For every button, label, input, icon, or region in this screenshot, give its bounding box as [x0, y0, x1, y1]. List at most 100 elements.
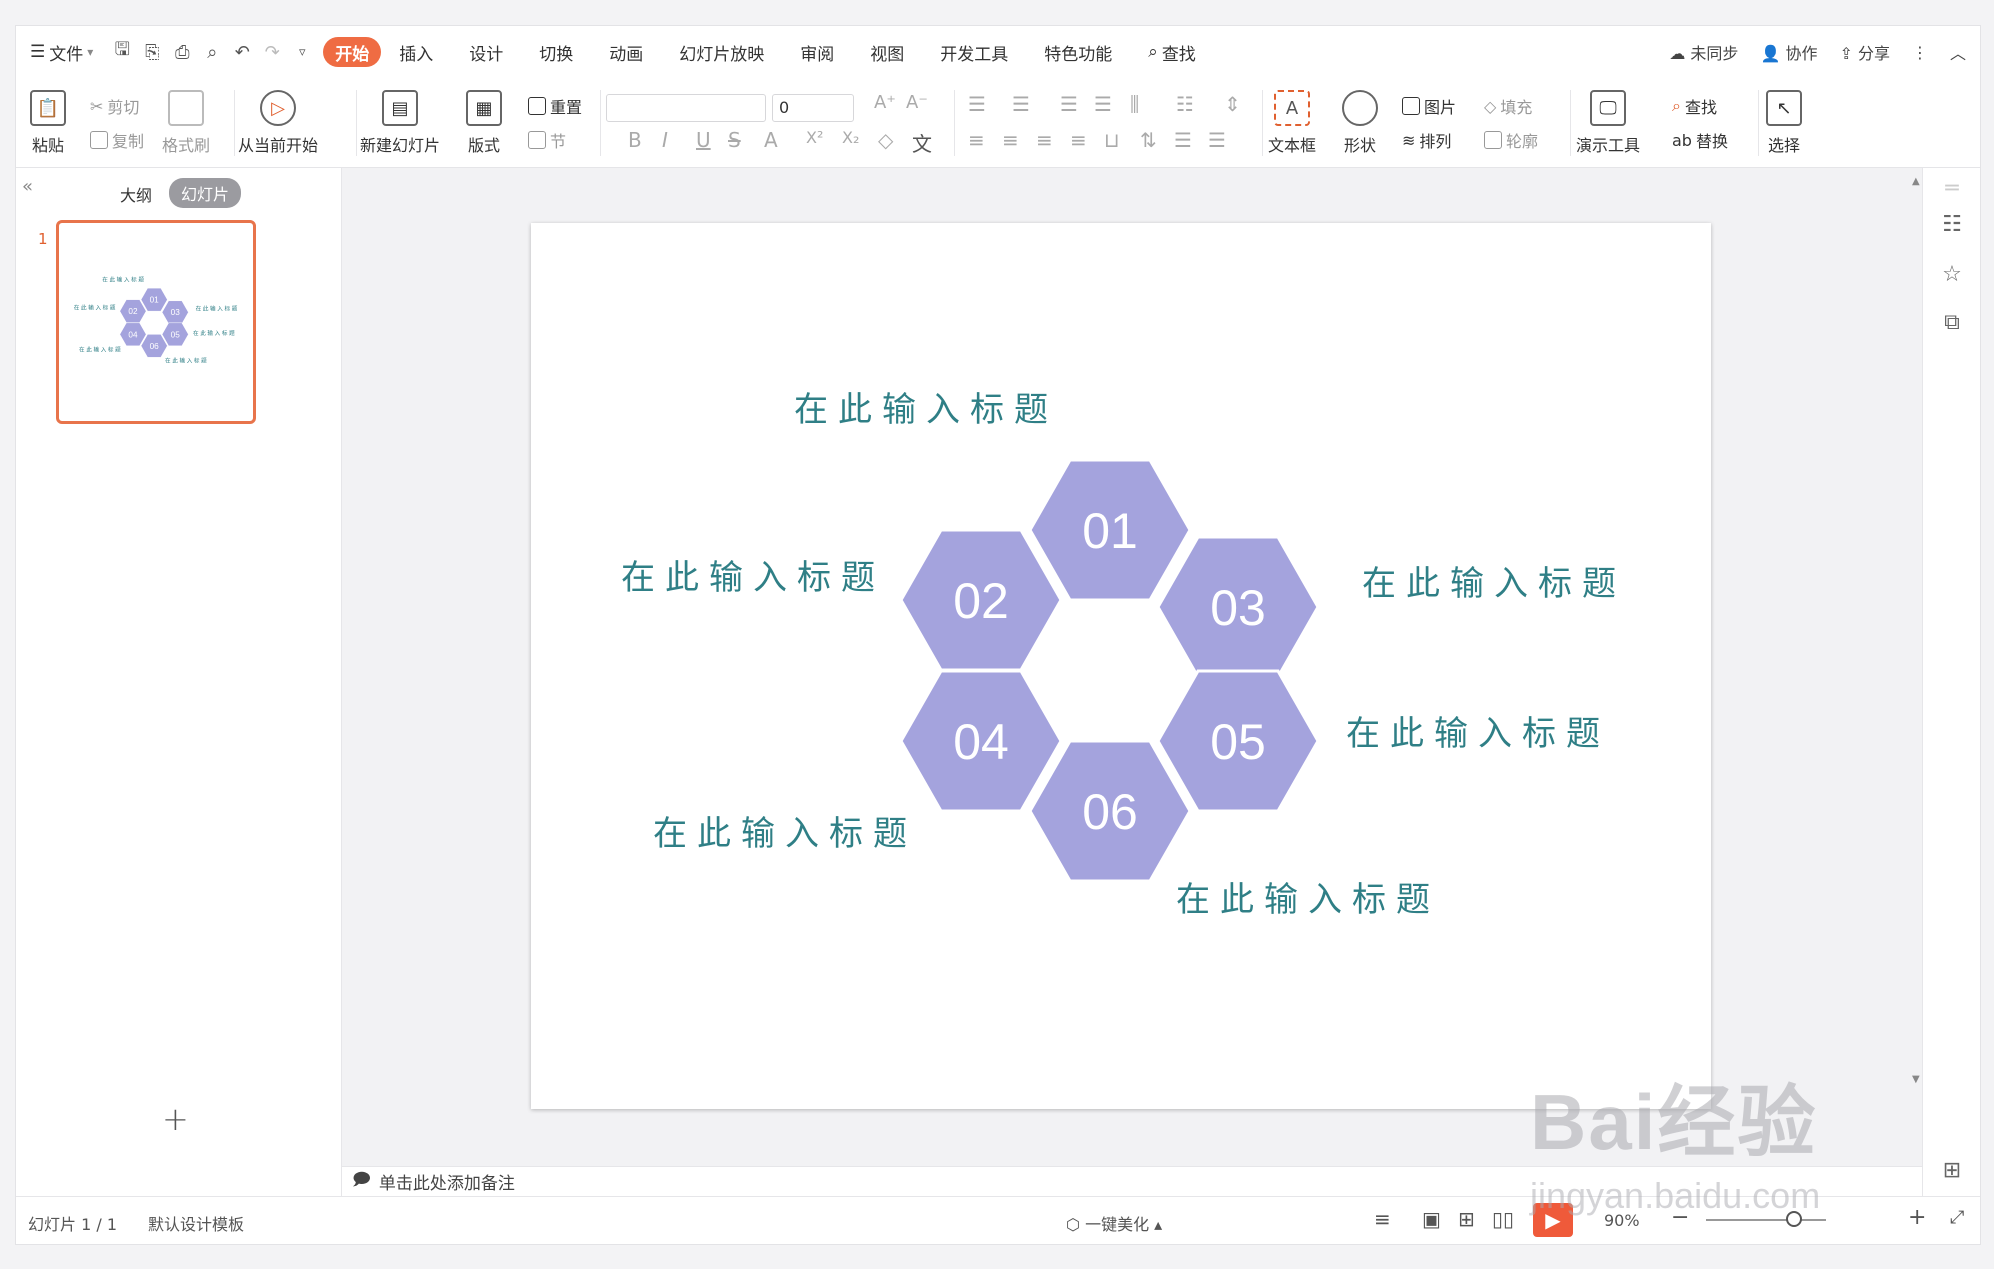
- tab-view[interactable]: 视图: [852, 37, 922, 67]
- collab-label: 协作: [1785, 44, 1818, 63]
- slide-title-6[interactable]: 在此输入标题: [1176, 880, 1440, 920]
- save-icon[interactable]: 🖫: [107, 37, 137, 67]
- outline-button[interactable]: 轮廓: [1484, 128, 1538, 152]
- customize-icon[interactable]: ▿: [287, 37, 317, 67]
- slide-title-5[interactable]: 在此输入标题: [1346, 714, 1610, 754]
- shape-button[interactable]: 形状: [1342, 90, 1378, 156]
- search-menu[interactable]: ⌕ 查找: [1130, 37, 1214, 67]
- collapse-panel-icon[interactable]: «: [22, 176, 33, 197]
- reading-view-icon[interactable]: ▯▯: [1492, 1207, 1514, 1231]
- reset-button[interactable]: 重置: [528, 94, 582, 118]
- text-direction-icon[interactable]: ☷: [1176, 92, 1194, 116]
- star-icon[interactable]: ☆: [1939, 262, 1965, 288]
- share-button[interactable]: ⇪ 分享: [1839, 40, 1890, 64]
- beautify-button[interactable]: ⬡ 一键美化 ▴: [1066, 1211, 1162, 1235]
- sorter-view-icon[interactable]: ⊞: [1458, 1207, 1475, 1231]
- tab-review[interactable]: 审阅: [782, 37, 852, 67]
- line-spacing-icon[interactable]: ⇕: [1224, 92, 1241, 116]
- print-preview-icon[interactable]: ⌕: [197, 37, 227, 67]
- tab-outline[interactable]: 大纲: [120, 182, 152, 206]
- zoom-in-icon[interactable]: +: [1908, 1205, 1926, 1230]
- eraser-icon[interactable]: ◇: [878, 128, 893, 152]
- align-right-icon[interactable]: ≡: [1036, 128, 1053, 152]
- undo-icon[interactable]: ↶: [227, 37, 257, 67]
- arrange-button[interactable]: ≋ 排列: [1402, 128, 1451, 152]
- fit-window-icon[interactable]: ⤢: [1950, 1207, 1964, 1228]
- scroll-down-icon[interactable]: ▼: [1912, 1074, 1920, 1085]
- from-current-button[interactable]: ▷ 从当前开始: [238, 90, 318, 156]
- subscript-icon[interactable]: X₂: [842, 128, 859, 147]
- tab-home[interactable]: 开始: [323, 37, 382, 67]
- font-name-select[interactable]: [606, 94, 766, 122]
- cut-button[interactable]: ✂ 剪切: [90, 94, 139, 118]
- bullets-icon[interactable]: ☰: [968, 92, 986, 116]
- notes-toggle-icon[interactable]: ≡: [1374, 1207, 1391, 1231]
- grow-font-icon[interactable]: A⁺: [874, 92, 896, 113]
- decrease-indent-icon[interactable]: ☰: [1060, 92, 1078, 116]
- template-name[interactable]: 默认设计模板: [148, 1211, 244, 1235]
- layout-button[interactable]: ▦ 版式: [466, 90, 502, 156]
- numbering-icon[interactable]: ☰: [1012, 92, 1030, 116]
- fill-button[interactable]: ◇ 填充: [1484, 94, 1532, 118]
- phonetic-icon[interactable]: 文: [912, 128, 932, 157]
- slide-thumbnail[interactable]: 01 02 03 04 05 06 在此输入标题 在此输入标题 在此输入标题 在此输入标题 在此输入…: [56, 220, 256, 424]
- swap-icon[interactable]: ⧉: [1939, 310, 1965, 336]
- textbox-button[interactable]: A 文本框: [1268, 90, 1316, 156]
- superscript-icon[interactable]: X²: [806, 128, 823, 147]
- settings-sliders-icon[interactable]: ☷: [1939, 212, 1965, 238]
- italic-icon[interactable]: I: [662, 128, 668, 152]
- find-button[interactable]: ⌕ 查找: [1672, 94, 1717, 118]
- print-icon[interactable]: ⎙: [167, 37, 197, 67]
- copy-button[interactable]: 复制: [90, 128, 144, 152]
- present-tool-button[interactable]: 🖵 演示工具: [1576, 90, 1640, 156]
- redo-icon[interactable]: ↷: [257, 37, 287, 67]
- export-icon[interactable]: ⎘: [137, 37, 167, 67]
- collab-button[interactable]: 👤 协作: [1760, 40, 1817, 64]
- paste-button[interactable]: 📋 粘贴: [30, 90, 66, 156]
- format-painter-button[interactable]: 格式刷: [162, 90, 210, 156]
- tab-animations[interactable]: 动画: [591, 37, 661, 67]
- slide-title-1[interactable]: 在此输入标题: [794, 390, 1058, 430]
- vertical-scrollbar[interactable]: ▲ ▼: [1909, 176, 1923, 1166]
- slide-title-2[interactable]: 在此输入标题: [621, 558, 885, 598]
- select-button[interactable]: ↖ 选择: [1766, 90, 1802, 156]
- columns-icon[interactable]: ⫼: [1130, 92, 1139, 116]
- more-icon[interactable]: ⋮: [1912, 43, 1928, 62]
- tab-special[interactable]: 特色功能: [1026, 37, 1130, 67]
- distribute-icon[interactable]: ⊔: [1104, 128, 1120, 152]
- slide-title-4[interactable]: 在此输入标题: [653, 814, 917, 854]
- vertical-align-icon[interactable]: ⇅: [1140, 128, 1157, 152]
- normal-view-icon[interactable]: ▣: [1422, 1207, 1441, 1231]
- tab-slides[interactable]: 幻灯片: [169, 178, 242, 208]
- paragraph-icon[interactable]: ☰: [1174, 128, 1192, 152]
- underline-icon[interactable]: U: [696, 128, 711, 152]
- slide-canvas[interactable]: 01 02 03 04 05 06 在此输入标题 在此输入标题 在此输入标题 在此输入标题 在此输入…: [531, 223, 1711, 1109]
- spacing-icon[interactable]: ☰: [1208, 128, 1226, 152]
- collapse-ribbon-icon[interactable]: ︿: [1950, 40, 1966, 64]
- new-slide-button[interactable]: ▤ 新建幻灯片: [360, 90, 440, 156]
- tab-slideshow[interactable]: 幻灯片放映: [661, 37, 782, 67]
- bold-icon[interactable]: B: [628, 128, 642, 152]
- tab-design[interactable]: 设计: [451, 37, 521, 67]
- zoom-slider[interactable]: [1706, 1219, 1826, 1221]
- slide-title-3[interactable]: 在此输入标题: [1362, 564, 1626, 604]
- replace-button[interactable]: ab 替换: [1672, 128, 1728, 152]
- shrink-font-icon[interactable]: A⁻: [906, 92, 928, 113]
- font-color-icon[interactable]: A: [764, 128, 778, 152]
- justify-icon[interactable]: ≡: [1070, 128, 1087, 152]
- tab-insert[interactable]: 插入: [381, 37, 451, 67]
- increase-indent-icon[interactable]: ☰: [1094, 92, 1112, 116]
- strikethrough-icon[interactable]: S: [728, 128, 741, 152]
- sync-button[interactable]: ☁ 未同步: [1669, 40, 1738, 64]
- align-left-icon[interactable]: ≡: [968, 128, 985, 152]
- tab-transitions[interactable]: 切换: [521, 37, 591, 67]
- grid-icon[interactable]: ⊞: [1939, 1158, 1965, 1184]
- section-button[interactable]: 节: [528, 128, 566, 152]
- align-center-icon[interactable]: ≡: [1002, 128, 1019, 152]
- tab-developer[interactable]: 开发工具: [922, 37, 1026, 67]
- add-slide-icon[interactable]: +: [162, 1100, 189, 1138]
- picture-button[interactable]: 图片: [1402, 94, 1456, 118]
- file-menu[interactable]: ☰ 文件 ▾: [16, 34, 107, 70]
- font-size-select[interactable]: 0: [772, 94, 854, 122]
- scroll-up-icon[interactable]: ▲: [1912, 176, 1920, 187]
